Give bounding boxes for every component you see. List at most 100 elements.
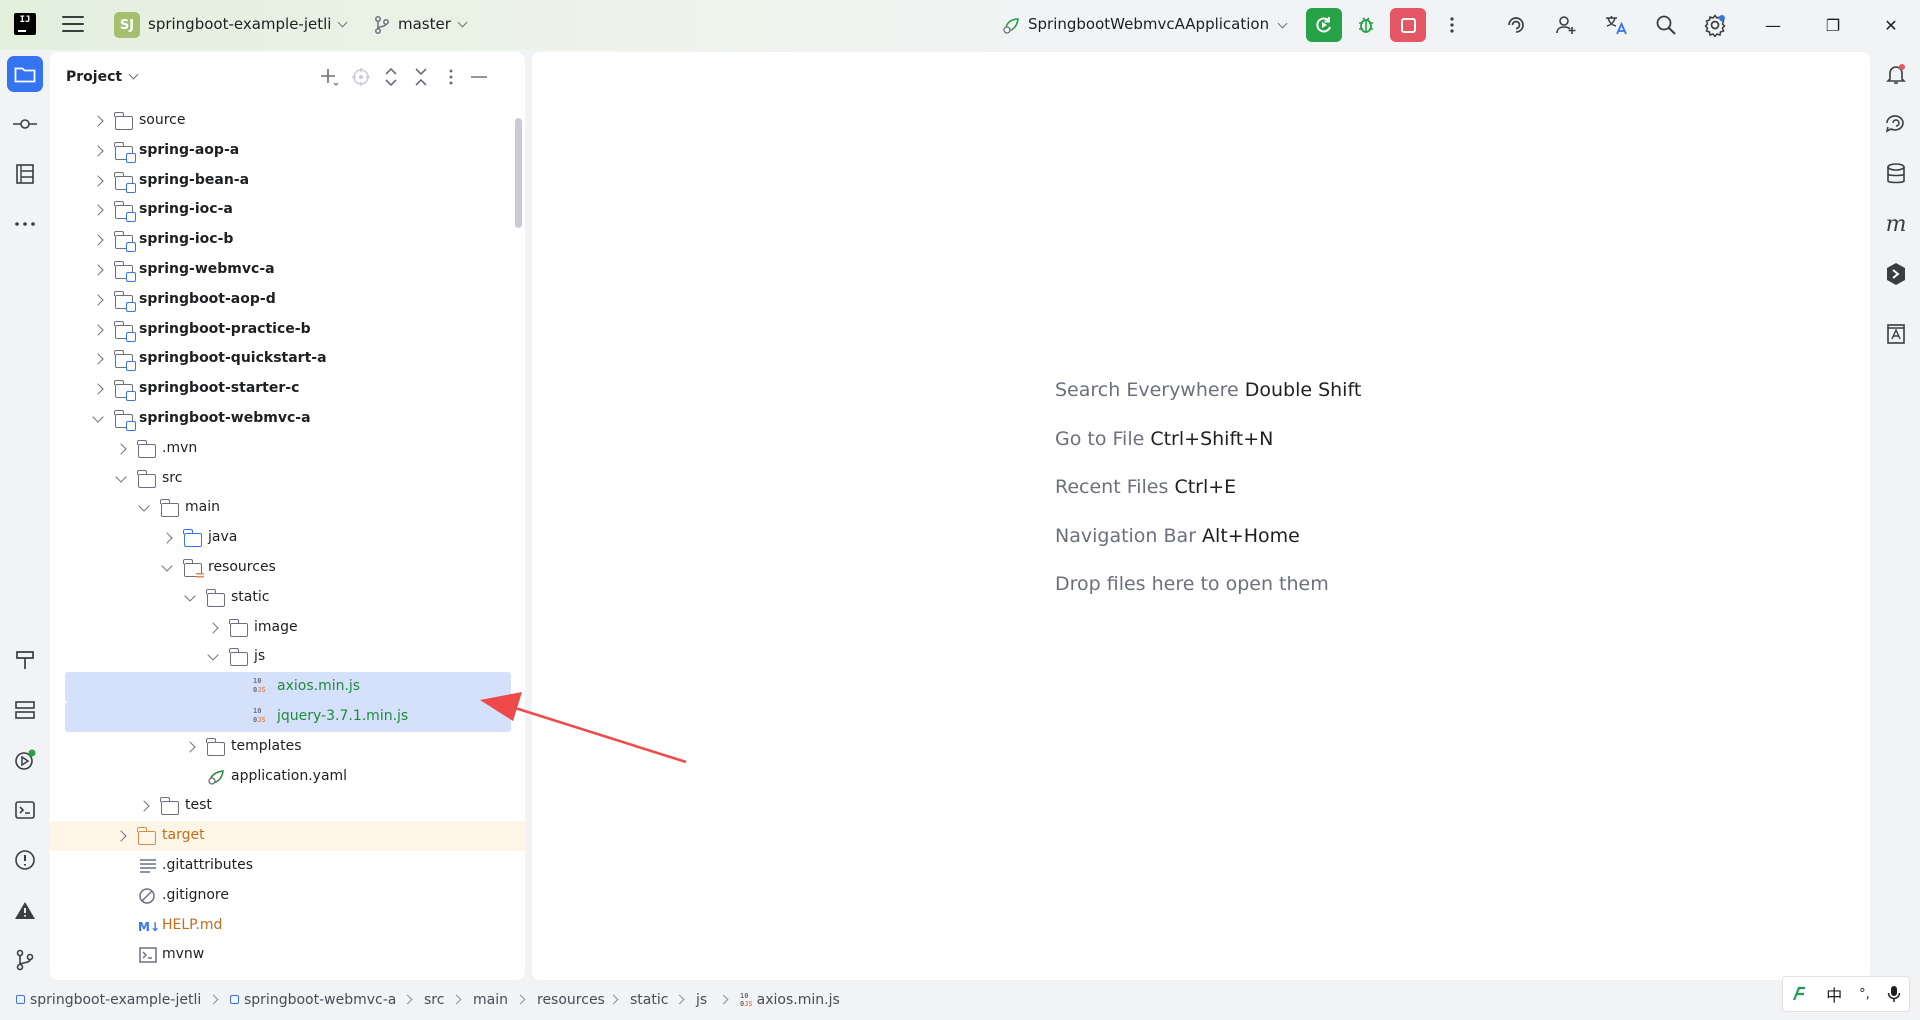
tree-row[interactable]: resources: [50, 553, 525, 583]
chevron-down-icon[interactable]: [138, 500, 150, 513]
options-icon[interactable]: [440, 66, 462, 88]
microphone-icon[interactable]: [1887, 985, 1901, 1003]
chevron-right-icon[interactable]: [115, 443, 127, 455]
project-tool-button[interactable]: [7, 56, 43, 92]
tree-row[interactable]: source: [50, 106, 525, 136]
commit-tool-button[interactable]: [7, 106, 43, 142]
chevron-right-icon[interactable]: [92, 323, 104, 336]
chevron-right-icon[interactable]: [92, 294, 104, 306]
minimize-button[interactable]: —: [1758, 12, 1788, 38]
tree-row[interactable]: 10 0JS axios.min.js: [65, 672, 511, 703]
tree-row[interactable]: spring-aop-a: [50, 136, 525, 166]
chevron-down-icon[interactable]: [92, 411, 104, 423]
tree-scrollbar[interactable]: [515, 118, 522, 228]
tree-row[interactable]: .gitignore: [50, 881, 525, 911]
more-icon[interactable]: [1440, 13, 1464, 37]
ai-chat-button[interactable]: [1878, 106, 1914, 142]
tree-row[interactable]: image: [50, 613, 525, 643]
tree-row[interactable]: springboot-starter-c: [50, 374, 525, 404]
add-user-icon[interactable]: [1554, 13, 1578, 37]
more-tools-button[interactable]: [7, 206, 43, 242]
ai-assistant-icon[interactable]: [1504, 13, 1528, 37]
tree-row[interactable]: target: [50, 821, 525, 852]
debug-icon[interactable]: [1354, 13, 1378, 37]
hide-panel-icon[interactable]: [468, 66, 490, 88]
chevron-down-icon[interactable]: [184, 590, 196, 602]
tree-row[interactable]: mvnw: [50, 940, 525, 970]
problems-tool-button[interactable]: [7, 842, 43, 878]
tree-row[interactable]: application.yaml: [50, 762, 525, 792]
chevron-right-icon[interactable]: [92, 383, 104, 395]
database-button[interactable]: [1878, 156, 1914, 192]
tree-row[interactable]: springboot-practice-b: [50, 315, 525, 345]
branch-selector[interactable]: master: [398, 15, 468, 33]
tree-row[interactable]: templates: [50, 732, 525, 762]
ime-language[interactable]: 中: [1826, 982, 1842, 1006]
tree-row[interactable]: .mvn: [50, 434, 525, 464]
chevron-right-icon[interactable]: [138, 800, 150, 813]
tree-row[interactable]: .gitattributes: [50, 851, 525, 881]
ai-assistant-panel-button[interactable]: [1878, 316, 1914, 352]
chevron-right-icon[interactable]: [92, 174, 104, 187]
terminal-tool-button[interactable]: [7, 792, 43, 828]
breadcrumb-item[interactable]: static: [630, 992, 668, 1008]
translate-icon[interactable]: [1604, 13, 1628, 37]
tree-row[interactable]: 10 0JS jquery-3.7.1.min.js: [65, 702, 511, 732]
structure-tool-button[interactable]: [7, 156, 43, 192]
chevron-right-icon[interactable]: [92, 353, 104, 366]
tree-row[interactable]: java: [50, 523, 525, 553]
project-selector[interactable]: springboot-example-jetli: [148, 15, 348, 33]
restore-button[interactable]: ❐: [1818, 12, 1848, 38]
intellij-logo-icon[interactable]: IJ: [14, 13, 36, 35]
project-view-selector[interactable]: Project: [66, 69, 139, 85]
tree-row[interactable]: springboot-quickstart-a: [50, 344, 525, 374]
search-icon[interactable]: [1654, 13, 1678, 37]
chevron-right-icon[interactable]: [184, 741, 196, 753]
tree-row[interactable]: main: [50, 493, 525, 523]
tree-row[interactable]: test: [50, 791, 525, 821]
locate-icon[interactable]: [350, 66, 372, 88]
ime-punctuation[interactable]: °,: [1859, 987, 1870, 1002]
stop-button[interactable]: [1390, 8, 1426, 42]
chevron-right-icon[interactable]: [92, 145, 104, 157]
chevron-right-icon[interactable]: [115, 830, 127, 842]
rerun-button[interactable]: [1306, 8, 1342, 42]
chevron-right-icon[interactable]: [92, 234, 104, 246]
tree-row[interactable]: spring-ioc-a: [50, 195, 525, 225]
breadcrumb-item[interactable]: js: [696, 992, 707, 1008]
chevron-right-icon[interactable]: [92, 264, 104, 276]
collapse-all-icon[interactable]: [410, 66, 432, 88]
tree-row[interactable]: M↓ HELP.md: [50, 911, 525, 941]
add-icon[interactable]: [318, 66, 340, 88]
chevron-down-icon[interactable]: [115, 470, 127, 483]
chevron-right-icon[interactable]: [92, 115, 104, 127]
tree-row[interactable]: spring-ioc-b: [50, 225, 525, 255]
build-tool-button[interactable]: [7, 642, 43, 678]
chevron-right-icon[interactable]: [207, 621, 219, 634]
warnings-tool-button[interactable]: [7, 892, 43, 928]
expand-all-icon[interactable]: [380, 66, 402, 88]
chevron-right-icon[interactable]: [92, 204, 104, 217]
tree-row[interactable]: springboot-webmvc-a: [50, 404, 525, 434]
breadcrumb-item[interactable]: springboot-webmvc-a: [230, 992, 396, 1008]
chevron-right-icon[interactable]: [161, 532, 173, 544]
tree-row[interactable]: src: [50, 464, 525, 494]
chevron-down-icon[interactable]: [207, 649, 219, 662]
ime-toolbar[interactable]: 中 °,: [1782, 976, 1910, 1012]
tree-row[interactable]: springboot-aop-d: [50, 285, 525, 315]
chevron-down-icon[interactable]: [1270, 13, 1294, 37]
breadcrumb-item[interactable]: main: [473, 992, 508, 1008]
tree-row[interactable]: static: [50, 583, 525, 613]
tree-row[interactable]: spring-bean-a: [50, 166, 525, 196]
breadcrumb-item[interactable]: springboot-example-jetli: [16, 992, 201, 1008]
tree-row[interactable]: spring-webmvc-a: [50, 255, 525, 285]
git-tool-button[interactable]: [7, 942, 43, 978]
settings-icon[interactable]: [1703, 13, 1727, 37]
chevron-down-icon[interactable]: [161, 560, 173, 572]
notifications-button[interactable]: [1878, 56, 1914, 92]
run-tool-button[interactable]: [7, 742, 43, 778]
breadcrumb-item[interactable]: resources: [537, 992, 605, 1008]
hamburger-icon[interactable]: [62, 16, 84, 32]
services-tool-button[interactable]: [7, 692, 43, 728]
maven-button[interactable]: m: [1878, 206, 1914, 242]
